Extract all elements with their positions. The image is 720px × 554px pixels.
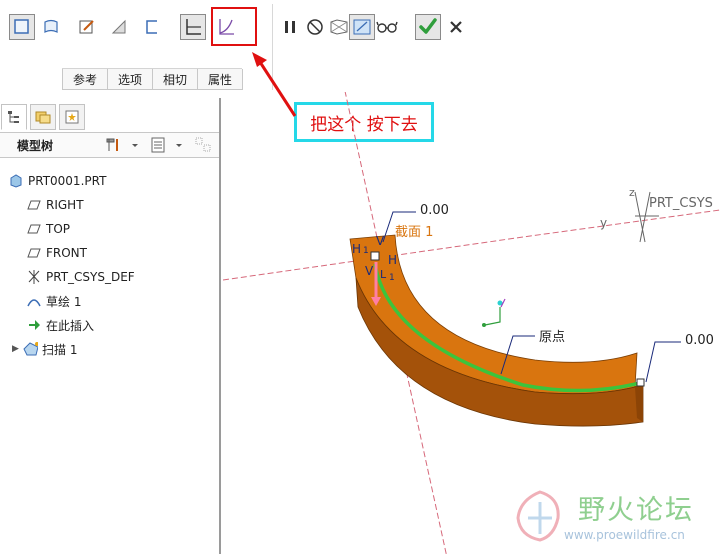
tree-item-label: FRONT [46, 246, 87, 260]
tools-icon [106, 138, 138, 151]
tree-item-label: RIGHT [46, 198, 84, 212]
tree-item-front[interactable]: FRONT [26, 244, 87, 262]
surface-icon [44, 19, 58, 33]
tab-model-tree[interactable] [1, 104, 27, 130]
folder-icon [35, 111, 51, 124]
no-preview-icon [307, 19, 323, 35]
constraint-index: 1 [389, 273, 395, 283]
confirm-button[interactable] [415, 14, 441, 40]
pause-icon [285, 21, 295, 33]
tab-favorites[interactable] [59, 104, 85, 130]
sweep-icon [22, 341, 38, 357]
tree-item-csys[interactable]: PRT_CSYS_DEF [26, 268, 135, 286]
tab-folder-browser[interactable] [30, 104, 56, 130]
glasses-icon [376, 21, 398, 33]
model-canvas [223, 92, 720, 554]
navigator-panel: 模型树 PRT0001.PRT RIGHT TOP FRONT PRT_CSYS… [0, 98, 221, 554]
tab-properties[interactable]: 属性 [197, 69, 244, 90]
axis-y-label: y [600, 216, 608, 230]
section-constant-button[interactable] [180, 14, 206, 40]
sketch-edit-button[interactable] [74, 14, 100, 40]
graphics-window[interactable]: 0.00 0.00 截面 1 原点 PRT_CSYS y z H 1 V H 1… [223, 92, 720, 554]
show-button[interactable] [150, 136, 186, 157]
tree-item-part[interactable]: PRT0001.PRT [8, 172, 106, 190]
tree-item-label: 在此插入 [46, 318, 95, 333]
model-tree-title: 模型树 [17, 139, 54, 153]
end-point [636, 378, 645, 387]
constraint-l: L [380, 268, 387, 281]
tab-references[interactable]: 参考 [62, 69, 109, 90]
verify-mode-icon [353, 19, 371, 35]
watermark: 野火论坛 www.proewildfire.cn [508, 486, 714, 546]
constraint-h: H [352, 242, 362, 256]
cancel-icon [450, 21, 462, 33]
thin-button[interactable] [139, 14, 165, 40]
tree-item-top[interactable]: TOP [26, 220, 70, 238]
constraint-v: V [365, 264, 374, 278]
datum-plane-top [223, 209, 720, 281]
solid-button[interactable] [9, 14, 35, 40]
datum-plane-icon [26, 197, 42, 213]
part-icon [8, 173, 24, 189]
tree-item-label: PRT_CSYS_DEF [46, 270, 135, 284]
settings-button[interactable] [106, 136, 140, 157]
csys-label: PRT_CSYS [649, 196, 713, 211]
thin-icon [146, 20, 157, 34]
watermark-logo-icon [516, 490, 560, 542]
remove-material-icon [111, 19, 126, 34]
constraint-h: H [388, 253, 398, 267]
watermark-url: www.proewildfire.cn [564, 528, 685, 542]
ribbon-toolbar: 参考 选项 相切 属性 [0, 0, 720, 92]
section-label: 截面 1 [395, 225, 434, 240]
filter-button[interactable] [194, 136, 214, 157]
pause-button[interactable] [277, 14, 303, 40]
sketch-icon [26, 293, 42, 309]
watermark-title: 野火论坛 [578, 495, 694, 526]
tree-item-label: 草绘 1 [46, 294, 82, 309]
datum-plane-icon [26, 245, 42, 261]
sketch-edit-icon [79, 20, 94, 34]
geometry-preview-icon [330, 19, 348, 35]
surface-button[interactable] [38, 14, 64, 40]
model-tree-icon [8, 111, 19, 123]
dimension-top[interactable]: 0.00 [420, 203, 449, 218]
model-tree-header: 模型树 [0, 132, 219, 158]
constraint-v: V [376, 234, 385, 248]
insert-here-icon [26, 317, 42, 333]
verify-mode-button[interactable] [349, 14, 375, 40]
tree-item-label: 扫描 1 [42, 342, 78, 357]
glasses-button[interactable] [374, 14, 400, 40]
list-icon [151, 137, 182, 153]
solid-icon [14, 19, 29, 34]
csys-icon [26, 269, 42, 285]
no-preview-button[interactable] [302, 14, 328, 40]
tree-item-right[interactable]: RIGHT [26, 196, 84, 214]
tree-item-insert-here[interactable]: 在此插入 [26, 316, 94, 334]
tree-item-label: TOP [46, 222, 71, 236]
confirm-icon [419, 18, 437, 34]
filter-icon [195, 137, 211, 152]
dashboard-tabs: 参考 选项 相切 属性 [62, 68, 244, 91]
expand-icon[interactable]: ▶ [12, 344, 22, 354]
tree-item-sketch[interactable]: 草绘 1 [26, 292, 81, 310]
tab-options[interactable]: 选项 [107, 69, 154, 90]
cancel-button[interactable] [443, 14, 469, 40]
tab-tangency[interactable]: 相切 [152, 69, 199, 90]
section-constant-icon [186, 19, 201, 35]
constraint-index: 1 [363, 246, 369, 256]
origin-label: 原点 [539, 330, 566, 345]
favorites-icon [65, 110, 79, 124]
tree-item-sweep[interactable]: ▶ 扫描 1 [12, 340, 77, 358]
remove-material-button[interactable] [106, 14, 132, 40]
dimension-right[interactable]: 0.00 [685, 333, 714, 348]
datum-plane-icon [26, 221, 42, 237]
start-point [370, 251, 380, 261]
tree-item-label: PRT0001.PRT [28, 174, 107, 188]
axis-z-label: z [629, 186, 635, 199]
